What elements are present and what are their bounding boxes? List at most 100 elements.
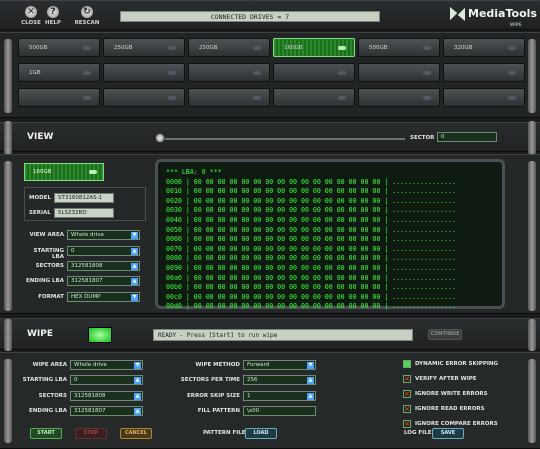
view-panel: 160GB MODEL ST3160812AS-1 SERIAL 5LS232B… [0, 154, 540, 314]
stop-button[interactable]: STOP [75, 428, 107, 439]
stepper-icon: ▲ [134, 408, 141, 415]
rack-bracket-right [528, 39, 536, 113]
stepper-icon: ▲ [134, 393, 141, 400]
option-label: IGNORE COMPARE ERRORS [415, 421, 498, 427]
logo-icon [450, 7, 465, 21]
wipe-title: WIPE [27, 329, 54, 339]
fill-pattern-label: FILL PATTERN [197, 408, 240, 414]
sectors-per-time-label: SECTORS PER TIME [180, 377, 240, 383]
option-checkbox[interactable]: × IGNORE READ ERRORS [403, 405, 485, 414]
selected-drive: 160GB [24, 163, 104, 181]
chevron-down-icon: ▼ [131, 232, 138, 239]
load-button[interactable]: LOAD [245, 428, 277, 439]
starting-lba-input[interactable]: 0 ▲ [67, 246, 140, 256]
starting-lba-label: STARTING LBA [33, 248, 64, 260]
drive-led [168, 46, 176, 50]
drive-slot-label: 320GB [454, 45, 473, 51]
drive-slot[interactable]: 160GB [273, 38, 355, 57]
cancel-button[interactable]: CANCEL [120, 428, 152, 439]
drive-slot[interactable] [188, 88, 270, 107]
drive-slot[interactable]: 1GB [18, 63, 100, 82]
option-checkbox[interactable]: DYNAMIC ERROR SKIPPING [403, 360, 498, 369]
stepper-icon: ▲ [131, 248, 138, 255]
start-button[interactable]: START [30, 428, 62, 439]
rescan-button[interactable]: ↻ RESCAN [72, 6, 102, 26]
help-button[interactable]: ? HELP [38, 6, 68, 26]
rack-bracket-right [528, 319, 536, 351]
app-logo: MediaTools WIPE [450, 7, 537, 27]
drive-slot[interactable] [18, 88, 100, 107]
wipe-ending-lba-input[interactable]: 312581807 ▲ [70, 406, 143, 416]
checkbox-x-icon: × [403, 420, 411, 428]
wipe-status-led [88, 327, 112, 343]
drive-slot-label: 1GB [29, 70, 41, 76]
drive-led [83, 96, 91, 100]
drive-slot[interactable]: 320GB [443, 38, 525, 57]
drive-slot[interactable] [358, 63, 440, 82]
drive-slot[interactable] [273, 88, 355, 107]
wipe-panel: WIPE AREA Whole drive ▼ STARTING LBA 0 ▲ S… [0, 352, 540, 449]
serial-label: SERIAL [29, 210, 51, 216]
drive-slot[interactable] [358, 88, 440, 107]
option-checkbox[interactable]: × VERIFY AFTER WIPE [403, 375, 477, 384]
stepper-icon: ▲ [307, 377, 314, 384]
sector-slider-track[interactable] [160, 138, 405, 140]
model-value: ST3160812AS-1 [54, 193, 114, 203]
option-checkbox[interactable]: × IGNORE WRITE ERRORS [403, 390, 488, 399]
drive-slot-label: 250GB [114, 45, 133, 51]
stepper-icon: ▲ [131, 263, 138, 270]
close-icon: ✕ [25, 6, 37, 18]
drive-led [338, 46, 346, 50]
fill-pattern-input[interactable]: \x00 [243, 406, 316, 416]
drive-slot[interactable]: 250GB [103, 38, 185, 57]
wipe-method-label: WIPE METHOD [195, 362, 240, 368]
drive-slot[interactable] [443, 88, 525, 107]
sector-input[interactable]: 0 [437, 132, 497, 142]
error-skip-size-input[interactable]: 1 ▲ [243, 391, 316, 401]
drive-led [508, 71, 516, 75]
view-area-select[interactable]: Whole drive ▼ [67, 230, 140, 240]
wipe-sectors-input[interactable]: 312581808 ▲ [70, 391, 143, 401]
connected-drives-display: CONNECTED DRIVES = 7 [120, 11, 380, 22]
ending-lba-input[interactable]: 312581807 ▲ [67, 276, 140, 286]
continue-button[interactable]: CONTINUE [428, 329, 462, 340]
rack-bracket-left [4, 319, 12, 351]
option-label: DYNAMIC ERROR SKIPPING [415, 361, 499, 367]
wipe-starting-lba-input[interactable]: 0 ▲ [70, 375, 143, 385]
drive-led [253, 46, 261, 50]
serial-value: 5LS232BD [54, 208, 114, 218]
wipe-area-label: WIPE AREA [32, 362, 67, 368]
model-label: MODEL [29, 195, 51, 201]
drive-slot[interactable] [103, 88, 185, 107]
wipe-starting-lba-label: STARTING LBA [22, 377, 67, 383]
drive-led [168, 96, 176, 100]
sectors-input[interactable]: 312581808 ▲ [67, 261, 140, 271]
drive-bay: 500GB 250GB 250GB 160GB 500GB 320GB 1GB [0, 32, 540, 118]
format-select[interactable]: HEX DUMP ▼ [67, 292, 140, 302]
drive-slot[interactable] [273, 63, 355, 82]
save-button[interactable]: SAVE [432, 428, 464, 439]
drive-slot[interactable]: 500GB [18, 38, 100, 57]
drive-led [423, 46, 431, 50]
log-file-label: LOG FILE [404, 430, 432, 436]
drive-slot-label: 500GB [29, 45, 48, 51]
wipe-method-select[interactable]: Forward ▼ [243, 360, 316, 370]
drive-led [508, 96, 516, 100]
drive-slot[interactable] [443, 63, 525, 82]
sectors-per-time-input[interactable]: 256 ▲ [243, 375, 316, 385]
drive-slot[interactable] [103, 63, 185, 82]
view-area-label: VIEW AREA [29, 232, 64, 238]
wipe-area-select[interactable]: Whole drive ▼ [70, 360, 143, 370]
sector-slider-handle[interactable] [155, 133, 165, 143]
checkbox-checked-icon [403, 360, 411, 368]
hex-dump-display: *** LBA: 0 *** 0000 | 00 00 00 00 00 00 … [155, 159, 505, 310]
stepper-icon: ▲ [307, 393, 314, 400]
drive-slot[interactable] [188, 63, 270, 82]
drive-slot[interactable]: 250GB [188, 38, 270, 57]
ending-lba-label: ENDING LBA [26, 278, 64, 284]
drive-slot[interactable]: 500GB [358, 38, 440, 57]
pattern-file-label: PATTERN FILE [203, 430, 246, 436]
rack-bracket-left [4, 121, 12, 155]
toolbar: ✕ CLOSE ? HELP ↻ RESCAN CONNECTED DRIVES = … [0, 0, 540, 30]
wipe-sectors-label: SECTORS [38, 393, 67, 399]
